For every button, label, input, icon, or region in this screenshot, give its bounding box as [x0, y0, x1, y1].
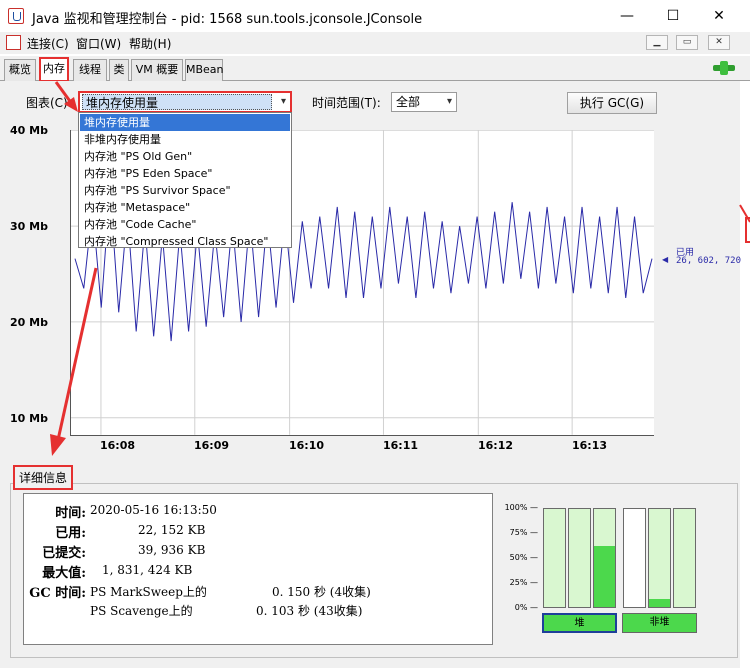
java-menu-icon — [6, 35, 21, 50]
time-range-select[interactable]: 全部 ▾ — [391, 92, 457, 112]
chart-label: 图表(C): — [26, 96, 72, 110]
tab-threads[interactable]: 线程 — [73, 59, 107, 81]
used-value: 22, 152 KB — [138, 523, 206, 537]
pct-label: 75% — — [509, 528, 538, 537]
tab-overview[interactable]: 概览 — [4, 59, 36, 81]
nonheap-pool-bar[interactable] — [673, 508, 696, 608]
gc-time-label: GC 时间: — [29, 586, 86, 601]
time-label: 时间: — [55, 506, 86, 521]
heap-toggle-button[interactable]: 堆 — [542, 613, 617, 633]
current-series-value: 26, 602, 720 — [676, 256, 742, 266]
maximize-button[interactable]: ☐ — [650, 0, 696, 32]
tab-memory[interactable]: 内存 — [39, 57, 69, 82]
connection-status-icon — [713, 61, 735, 75]
pct-label: 50% — — [509, 553, 538, 562]
dropdown-option-old-gen[interactable]: 内存池 "PS Old Gen" — [80, 148, 290, 165]
inner-close-icon[interactable]: ✕ — [708, 35, 730, 50]
nonheap-pool-fill — [649, 599, 670, 607]
menu-connection[interactable]: 连接(C) — [27, 35, 69, 52]
gc-row-value: 0. 150 秒 (4收集) — [272, 585, 371, 599]
max-label: 最大值: — [42, 566, 86, 581]
menu-window[interactable]: 窗口(W) — [76, 35, 121, 52]
max-value: 1, 831, 424 KB — [102, 563, 193, 577]
x-tick-label: 16:10 — [289, 439, 325, 452]
dropdown-option-metaspace[interactable]: 内存池 "Metaspace" — [80, 199, 290, 216]
current-value-marker: ◀ — [662, 255, 669, 264]
window-title: Java 监视和管理控制台 - pid: 1568 sun.tools.jcon… — [32, 12, 423, 27]
tab-mbean[interactable]: MBean — [185, 59, 224, 81]
nonheap-pool-bar[interactable] — [648, 508, 671, 608]
y-tick-label: 30 Mb — [10, 220, 48, 233]
x-tick-label: 16:13 — [572, 439, 608, 452]
pct-label: 25% — — [509, 578, 538, 587]
dropdown-option-code-cache[interactable]: 内存池 "Code Cache" — [80, 216, 290, 233]
dropdown-option-nonheap[interactable]: 非堆内存使用量 — [80, 131, 290, 148]
heap-pool-bar[interactable] — [543, 508, 566, 608]
chevron-down-icon: ▾ — [280, 96, 286, 107]
chart-select[interactable]: 堆内存使用量 ▾ — [78, 91, 292, 113]
y-tick-label: 20 Mb — [10, 316, 48, 329]
x-axis-line — [70, 435, 654, 436]
y-tick-label: 10 Mb — [10, 412, 48, 425]
dropdown-option-heap[interactable]: 堆内存使用量 — [80, 114, 290, 131]
dropdown-option-eden[interactable]: 内存池 "PS Eden Space" — [80, 165, 290, 182]
perform-gc-button[interactable]: 执行 GC(G) — [567, 92, 657, 114]
dropdown-option-survivor[interactable]: 内存池 "PS Survivor Space" — [80, 182, 290, 199]
chart-dropdown-list: 堆内存使用量 非堆内存使用量 内存池 "PS Old Gen" 内存池 "PS … — [78, 112, 292, 248]
chevron-down-icon: ▾ — [446, 96, 452, 107]
gc-row-name: PS MarkSweep上的 — [90, 585, 207, 599]
y-tick-label: 40 Mb — [10, 124, 48, 137]
tab-classes[interactable]: 类 — [109, 59, 129, 81]
x-tick-label: 16:09 — [194, 439, 230, 452]
nonheap-pool-bar[interactable] — [623, 508, 646, 608]
chart-select-value: 堆内存使用量 — [82, 94, 272, 110]
inner-minimize-icon[interactable]: ▁ — [646, 35, 668, 50]
dropdown-option-compressed-class[interactable]: 内存池 "Compressed Class Space" — [80, 233, 290, 250]
heap-pool-fill — [594, 546, 615, 607]
time-range-label: 时间范围(T): — [312, 96, 381, 110]
details-title: 详细信息 — [13, 465, 74, 490]
committed-value: 39, 936 KB — [138, 543, 206, 557]
heap-pool-bar[interactable] — [568, 508, 591, 608]
time-value: 2020-05-16 16:13:50 — [90, 503, 217, 517]
close-button[interactable]: ✕ — [696, 0, 742, 32]
pct-label: 100% — — [504, 503, 538, 512]
heap-pool-bar[interactable] — [593, 508, 616, 608]
time-range-value: 全部 — [396, 95, 421, 109]
tab-strip: 概览 内存 线程 类 VM 概要 MBean — [0, 56, 750, 82]
window-titlebar: Java 监视和管理控制台 - pid: 1568 sun.tools.jcon… — [0, 0, 750, 32]
used-label: 已用: — [55, 526, 86, 541]
details-stats: 时间: 2020-05-16 16:13:50 已用: 22, 152 KB 已… — [23, 493, 493, 645]
inner-restore-icon[interactable]: ▭ — [676, 35, 698, 50]
x-tick-label: 16:11 — [383, 439, 419, 452]
nonheap-toggle-button[interactable]: 非堆 — [622, 613, 697, 633]
minimize-button[interactable]: — — [604, 0, 650, 32]
menu-bar: 连接(C) 窗口(W) 帮助(H) ▁ ▭ ✕ — [0, 32, 750, 54]
tab-vm-summary[interactable]: VM 概要 — [131, 59, 183, 81]
java-app-icon — [8, 8, 24, 24]
committed-label: 已提交: — [42, 546, 86, 561]
x-tick-label: 16:08 — [100, 439, 136, 452]
x-tick-label: 16:12 — [478, 439, 514, 452]
menu-help[interactable]: 帮助(H) — [129, 35, 171, 52]
gc-row-name: PS Scavenge上的 — [90, 604, 193, 618]
gc-row-value: 0. 103 秒 (43收集) — [256, 604, 363, 618]
pct-label: 0% — — [514, 603, 538, 612]
